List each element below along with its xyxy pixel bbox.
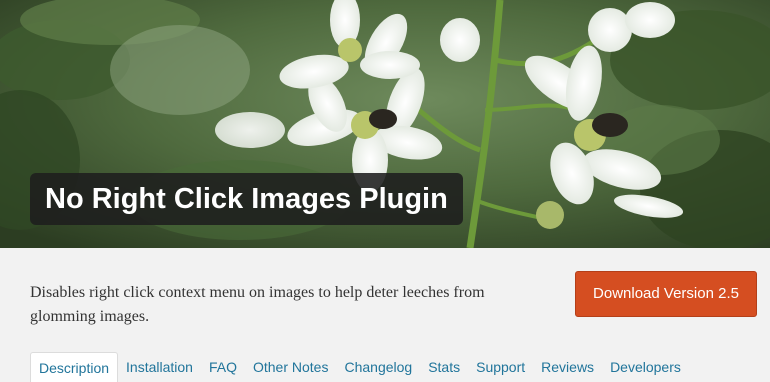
plugin-tabs: Description Installation FAQ Other Notes… [30,352,689,382]
plugin-banner: No Right Click Images Plugin [0,0,770,248]
tab-other-notes[interactable]: Other Notes [245,352,336,382]
tab-support[interactable]: Support [468,352,533,382]
tab-changelog[interactable]: Changelog [336,352,420,382]
download-button[interactable]: Download Version 2.5 [575,271,757,317]
tab-faq[interactable]: FAQ [201,352,245,382]
plugin-title: No Right Click Images Plugin [30,173,463,225]
tab-stats[interactable]: Stats [420,352,468,382]
tab-description[interactable]: Description [30,352,119,382]
tab-developers[interactable]: Developers [602,352,689,382]
tab-reviews[interactable]: Reviews [533,352,602,382]
tab-installation[interactable]: Installation [118,352,201,382]
plugin-short-description: Disables right click context menu on ima… [30,284,485,325]
